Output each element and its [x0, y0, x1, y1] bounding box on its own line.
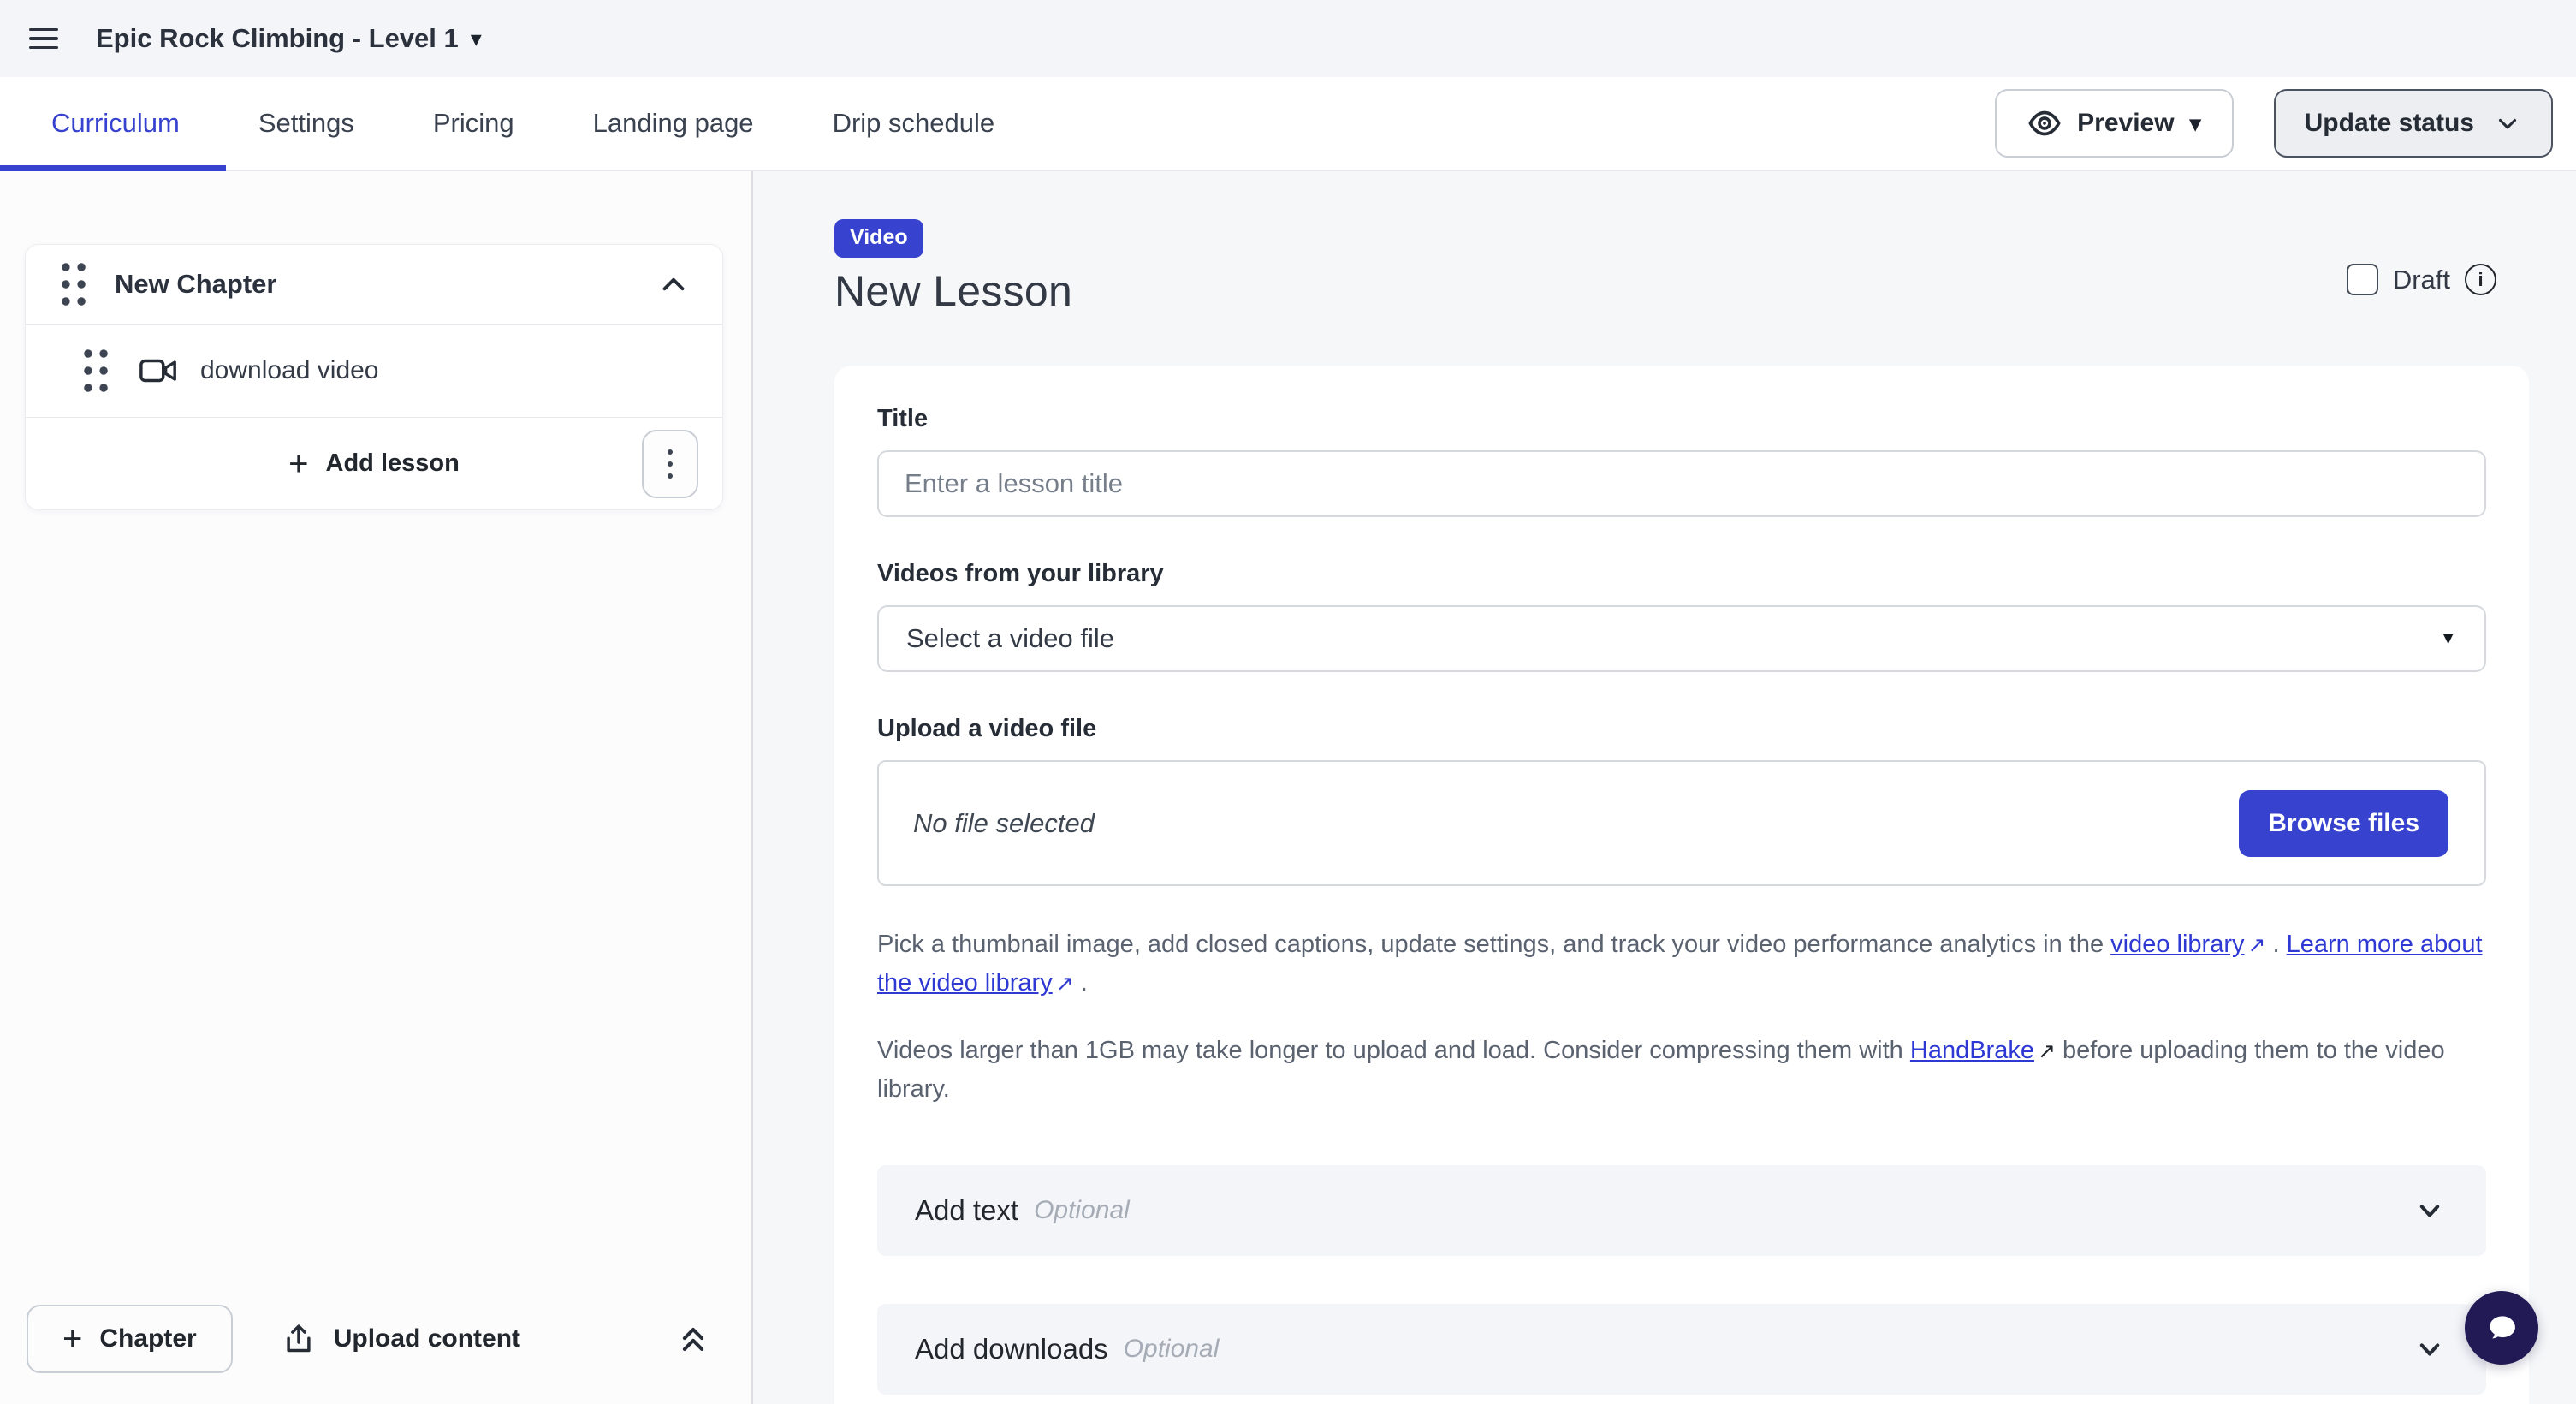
lesson-type-badge: Video [834, 219, 923, 258]
caret-down-icon: ▾ [471, 27, 482, 50]
tabs: Curriculum Settings Pricing Landing page… [51, 77, 1073, 170]
menu-icon[interactable] [21, 15, 68, 62]
upload-content-button[interactable]: Upload content [282, 1323, 520, 1355]
browse-files-button[interactable]: Browse files [2239, 790, 2448, 857]
lesson-header: Video New Lesson Draft i [834, 219, 2531, 316]
update-status-label: Update status [2305, 109, 2474, 138]
chat-bubble-icon [2479, 1306, 2524, 1350]
lesson-editor: Video New Lesson Draft i Title Videos fr… [753, 171, 2576, 1404]
external-link-icon: ↗ [1056, 967, 1074, 1001]
drag-handle-icon[interactable] [56, 258, 91, 311]
active-tab-underline [0, 165, 226, 171]
draft-checkbox[interactable] [2347, 264, 2378, 295]
no-file-text: No file selected [913, 808, 1095, 839]
caret-down-icon: ▾ [2190, 112, 2201, 134]
kebab-icon [668, 449, 673, 455]
select-caret-icon: ▼ [2439, 628, 2457, 649]
external-link-icon: ↗ [2247, 929, 2265, 962]
content: New Chapter download video [0, 171, 2576, 1404]
video-camera-icon [139, 355, 178, 386]
video-library-help-text: Pick a thumbnail image, add closed capti… [877, 925, 2486, 1002]
file-upload-dropzone: No file selected Browse files [877, 760, 2486, 886]
handbrake-link[interactable]: HandBrake [1910, 1037, 2034, 1064]
chapter-menu-button[interactable] [642, 430, 698, 498]
tab-landing-page[interactable]: Landing page [593, 108, 754, 139]
eye-icon [2027, 106, 2062, 140]
curriculum-sidebar: New Chapter download video [0, 171, 753, 1404]
video-library-select-value: Select a video file [906, 623, 1114, 654]
video-library-select[interactable]: Select a video file ▼ [877, 605, 2486, 672]
chat-widget-button[interactable] [2465, 1291, 2538, 1365]
page-title: New Lesson [834, 266, 1072, 316]
upload-icon [282, 1323, 315, 1355]
optional-label: Optional [1034, 1196, 1130, 1225]
add-chapter-label: Chapter [99, 1324, 196, 1353]
add-chapter-button[interactable]: + Chapter [27, 1305, 233, 1373]
add-lesson-button[interactable]: + Add lesson [288, 447, 460, 481]
tab-pricing[interactable]: Pricing [433, 108, 514, 139]
drag-handle-icon[interactable] [79, 344, 113, 397]
add-lesson-label: Add lesson [326, 449, 460, 478]
lesson-title: download video [200, 356, 379, 385]
lesson-form-card: Title Videos from your library Select a … [834, 366, 2529, 1404]
nav-actions: Preview ▾ Update status [1995, 89, 2553, 158]
video-library-link[interactable]: video library [2110, 931, 2244, 958]
add-downloads-section[interactable]: Add downloads Optional [877, 1304, 2486, 1395]
preview-button[interactable]: Preview ▾ [1995, 89, 2233, 158]
chevron-down-icon [2411, 1192, 2448, 1229]
video-library-label: Videos from your library [877, 560, 2486, 588]
update-status-button[interactable]: Update status [2274, 89, 2553, 158]
info-icon[interactable]: i [2465, 264, 2496, 295]
tabbar: Curriculum Settings Pricing Landing page… [0, 77, 2576, 171]
add-text-label: Add text [915, 1194, 1018, 1227]
upload-content-label: Upload content [334, 1324, 520, 1353]
plus-icon: + [62, 1322, 82, 1356]
lesson-title-input[interactable] [877, 450, 2486, 517]
add-text-section[interactable]: Add text Optional [877, 1165, 2486, 1256]
title-label: Title [877, 405, 2486, 433]
external-link-icon: ↗ [2038, 1035, 2056, 1068]
chapter-header: New Chapter [26, 245, 722, 324]
tab-curriculum[interactable]: Curriculum [51, 108, 180, 139]
course-title-dropdown[interactable]: Epic Rock Climbing - Level 1 ▾ [96, 23, 482, 54]
topbar: Epic Rock Climbing - Level 1 ▾ [0, 0, 2576, 77]
add-lesson-row: + Add lesson [26, 418, 722, 509]
compression-help-text: Videos larger than 1GB may take longer t… [877, 1032, 2486, 1109]
optional-label: Optional [1124, 1335, 1220, 1364]
plus-icon: + [288, 447, 308, 481]
draft-toggle-group: Draft i [2347, 264, 2496, 295]
tab-settings[interactable]: Settings [258, 108, 354, 139]
preview-label: Preview [2077, 109, 2174, 138]
sidebar-footer: + Chapter Upload content [0, 1274, 751, 1404]
chapter-title: New Chapter [115, 269, 276, 300]
chapter-collapse-button[interactable] [656, 266, 691, 302]
chevron-down-icon [2411, 1330, 2448, 1368]
draft-label: Draft [2393, 265, 2450, 295]
tab-drip-schedule[interactable]: Drip schedule [833, 108, 995, 139]
double-chevron-up-icon [674, 1320, 712, 1358]
chevron-down-icon [2493, 109, 2522, 138]
course-title: Epic Rock Climbing - Level 1 [96, 23, 459, 54]
lesson-item[interactable]: download video [26, 325, 722, 417]
add-downloads-label: Add downloads [915, 1333, 1108, 1365]
chapter-card: New Chapter download video [25, 244, 723, 510]
collapse-all-button[interactable] [674, 1320, 712, 1358]
upload-video-label: Upload a video file [877, 715, 2486, 743]
app: Epic Rock Climbing - Level 1 ▾ Curriculu… [0, 0, 2576, 1404]
